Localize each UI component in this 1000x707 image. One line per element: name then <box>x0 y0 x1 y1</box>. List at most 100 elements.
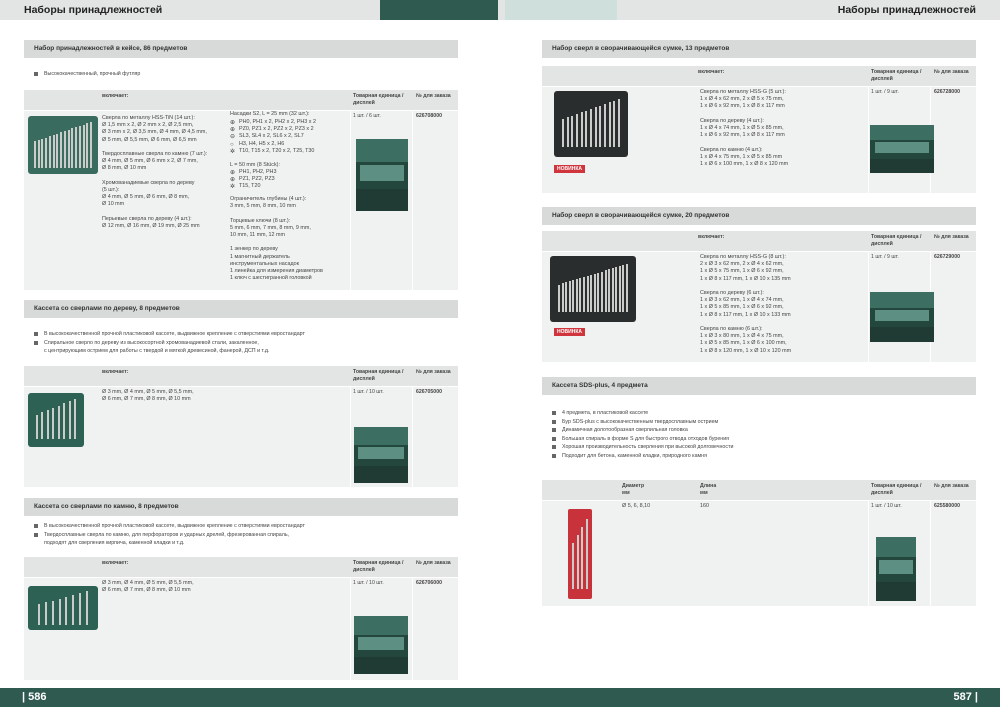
drill-bit-graphic <box>79 593 81 625</box>
drill-bit-graphic <box>72 595 74 625</box>
includes-text: Ø 3 mm, Ø 4 mm, Ø 5 mm, Ø 5,5 mm, Ø 6 mm… <box>102 389 194 403</box>
drill-bit-graphic <box>572 280 574 312</box>
drill-bit-graphic <box>63 403 65 439</box>
drill-bit-graphic <box>565 282 567 312</box>
drill-bit-graphic <box>571 116 573 147</box>
bullet: Бур SDS-plus с высококачественным твердо… <box>552 418 972 427</box>
unit-value: 1 шт. / 10 шт. <box>353 389 384 395</box>
order-number: 626705000 <box>416 389 442 395</box>
column-divider <box>350 111 351 290</box>
drill-bit-graphic <box>58 406 60 439</box>
display-base <box>870 327 934 342</box>
drill-bit-graphic <box>613 101 615 147</box>
product-image-cassette-stone <box>28 586 98 630</box>
page-title-left: Наборы принадлежностей <box>24 4 163 16</box>
col-unit: Товарная единица / дисплей <box>871 483 922 496</box>
bullet: Подходит для бетона, каменной кладки, пр… <box>552 452 972 461</box>
drill-bit-graphic <box>586 519 588 589</box>
product-image-display <box>876 537 916 601</box>
bullet: Большая спираль в форме S для быстрого о… <box>552 435 972 444</box>
table-header: включает: Товарная единица / дисплей № д… <box>24 366 458 386</box>
new-badge: НОВИНКА <box>554 328 585 336</box>
bit-row: ○ H3, H4, H5 x 2, H6 <box>230 141 350 148</box>
bullet: В высококачественной прочной пластиковой… <box>34 330 454 339</box>
bullet: В высококачественной прочной пластиковой… <box>34 522 454 531</box>
drill-bit-graphic <box>618 99 620 147</box>
drill-bit-graphic <box>68 130 70 168</box>
drill-bit-graphic <box>579 278 581 312</box>
section-bullets-86-set: Высококачественный, прочный футляр <box>34 70 434 79</box>
drill-bit-graphic <box>75 127 77 168</box>
drill-bit-graphic <box>38 140 40 168</box>
column-divider <box>350 578 351 680</box>
unit-value: 1 шт. / 10 шт. <box>871 503 902 509</box>
drill-bit-graphic <box>36 415 38 439</box>
drill-bit-graphic <box>626 264 628 312</box>
drill-bit-graphic <box>52 601 54 625</box>
drill-bit-graphic <box>583 277 585 312</box>
display-lid <box>356 139 408 163</box>
col-includes: включает: <box>698 234 725 240</box>
drill-bit-graphic <box>599 106 601 147</box>
col-unit: Товарная единица / дисплей <box>871 69 922 82</box>
includes-text: Ø 3 mm, Ø 4 mm, Ø 5 mm, Ø 5,5 mm, Ø 6 mm… <box>102 580 194 594</box>
drill-bit-graphic <box>64 131 66 168</box>
section-bullets-wood-set: В высококачественной прочной пластиковой… <box>34 330 454 356</box>
bit-row: ✲ T15, T20 <box>230 183 350 190</box>
drill-bit-graphic <box>576 279 578 312</box>
column-divider <box>868 501 869 606</box>
section-title-stone-set: Кассета со сверлами по камню, 8 предмето… <box>24 498 458 516</box>
table-header: включает: Товарная единица / дисплей № д… <box>542 66 976 86</box>
drill-bit-graphic <box>86 591 88 625</box>
display-lid <box>870 292 934 308</box>
drill-bit-graphic <box>604 104 606 147</box>
drill-bit-graphic <box>605 270 607 312</box>
bit-list-25: ⊕ PH0, PH1 x 2, PH2 x 2, PH3 x 2 ⊕ PZ0, PZ… <box>230 119 350 155</box>
product-image-pouch-13 <box>554 91 628 157</box>
display-label <box>875 142 929 153</box>
includes-text: Сверла по металлу HSS-G (8 шт.): 2 x Ø 3… <box>700 254 792 354</box>
page-title-right: Наборы принадлежностей <box>837 4 976 16</box>
torx-icon: ✲ <box>230 148 236 155</box>
drill-bit-graphic <box>608 269 610 312</box>
diameter-value: Ø 5, 6, 8,10 <box>622 503 651 509</box>
drill-bit-graphic <box>74 399 76 439</box>
product-image-cassette-wood <box>28 393 84 447</box>
col-order: № для заказа <box>416 369 451 375</box>
drill-bit-graphic <box>45 138 47 168</box>
drill-bit-graphic <box>60 132 62 168</box>
section-title-pouch-20: Набор сверл в сворачивающейся сумке, 20 … <box>542 207 976 225</box>
table-body: НОВИНКА Сверла по металлу HSS-G (8 шт.):… <box>542 252 976 362</box>
section-bullets-stone-set: В высококачественной прочной пластиковой… <box>34 522 454 548</box>
bit-row-text: H3, H4, H5 x 2, H6 <box>239 140 285 147</box>
new-badge: НОВИНКА <box>554 165 585 173</box>
col-unit: Товарная единица / дисплей <box>353 560 404 573</box>
drill-bit-graphic <box>594 274 596 312</box>
display-lid <box>876 537 916 558</box>
drill-bit-graphic <box>49 136 51 168</box>
torx-icon: ✲ <box>230 184 236 191</box>
bit-row-text: T10, T15 x 2, T20 x 2, T25, T30 <box>239 147 315 154</box>
drill-bit-graphic <box>622 265 624 312</box>
column-divider <box>412 578 413 680</box>
display-label <box>875 310 929 321</box>
display-base <box>876 581 916 601</box>
bit-list-50: ⊕ PH1, PH2, PH3 ⊕ PZ1, PZ2, PZ3 ✲ T15, T20 <box>230 169 350 191</box>
column-divider <box>930 501 931 606</box>
drill-bit-graphic <box>585 111 587 147</box>
bullet: Динамичная долотообразная сверлильная го… <box>552 426 972 435</box>
drill-bit-graphic <box>590 275 592 312</box>
drill-bit-graphic <box>41 139 43 168</box>
drill-bit-graphic <box>569 281 571 312</box>
table-body: НОВИНКА Сверла по металлу HSS-G (5 шт.):… <box>542 87 976 193</box>
bit-row-text: PH0, PH1 x 2, PH2 x 2, PH3 x 2 <box>239 119 316 125</box>
drill-bit-graphic <box>59 599 61 625</box>
drill-bit-graphic <box>562 283 564 312</box>
drill-bit-graphic <box>558 285 560 312</box>
footer-bar: | 586 587 | <box>0 688 1000 707</box>
bullet: Высококачественный, прочный футляр <box>34 70 434 79</box>
order-number: 626708000 <box>416 113 442 119</box>
drill-bit-graphic <box>52 408 54 439</box>
top-accent-right <box>505 0 617 20</box>
drill-bit-graphic <box>56 134 58 168</box>
